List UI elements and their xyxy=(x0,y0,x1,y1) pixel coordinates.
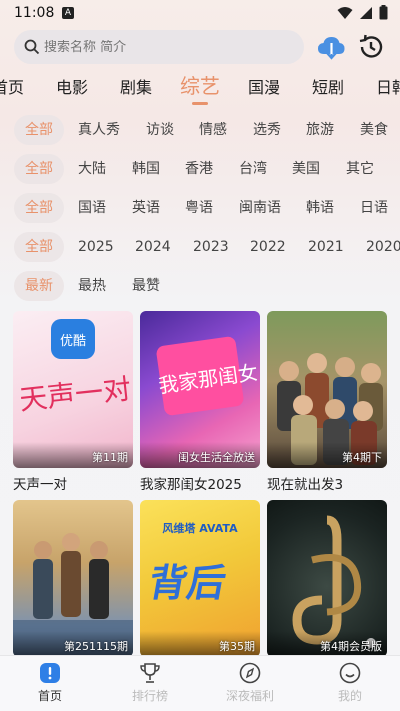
show-card[interactable]: 第4期下 现在就出发3 xyxy=(267,311,387,493)
history-icon[interactable] xyxy=(356,32,386,62)
search-icon xyxy=(24,39,40,55)
brand-logo: 优酷 xyxy=(51,319,95,359)
filter-chip[interactable]: 香港 xyxy=(185,154,213,184)
nav-label: 我的 xyxy=(337,689,362,703)
filter-chip[interactable]: 美国 xyxy=(292,154,320,184)
filter-chip[interactable]: 全部 xyxy=(14,154,64,184)
tab-anime[interactable]: 国漫 xyxy=(248,74,280,98)
search-row xyxy=(14,30,386,64)
filter-chip[interactable]: 情感 xyxy=(199,115,227,145)
nav-ranking[interactable]: 排行榜 xyxy=(110,662,190,704)
filter-row-sort: 最新 最热 最赞 xyxy=(0,271,400,301)
search-bar[interactable] xyxy=(14,30,304,64)
notification-icon: A xyxy=(62,7,74,19)
show-poster[interactable]: 优酷 天声一对 第11期 xyxy=(13,311,133,468)
filter-chip[interactable]: 访谈 xyxy=(146,115,174,145)
episode-label: 第35期 xyxy=(219,640,255,653)
tab-home[interactable]: 首页 xyxy=(0,74,24,98)
episode-label: 第11期 xyxy=(92,451,128,464)
filter-chip[interactable]: 美食 xyxy=(360,115,388,145)
show-card[interactable]: 风维塔 AVATA 背后 第35期 xyxy=(140,500,260,662)
nav-home[interactable]: 首页 xyxy=(10,662,90,704)
brand-logo-text: 风维塔 AVATA xyxy=(162,522,238,535)
filter-row-region: 全部 大陆 韩国 香港 台湾 美国 其它 xyxy=(0,154,400,184)
smiley-icon xyxy=(339,662,361,684)
wifi-icon xyxy=(337,6,353,19)
active-tab-indicator xyxy=(192,102,208,105)
filter-row-year: 全部 2025 2024 2023 2022 2021 2020 xyxy=(0,232,400,262)
nav-label: 排行榜 xyxy=(131,689,168,703)
show-card[interactable]: 我家那闺女 闺女生活全放送 我家那闺女2025 xyxy=(140,311,260,493)
episode-label: 第4期下 xyxy=(342,451,382,464)
filter-chip[interactable]: 旅游 xyxy=(306,115,334,145)
cloud-download-icon[interactable] xyxy=(316,32,346,62)
episode-label: 闺女生活全放送 xyxy=(178,451,255,464)
filter-chip[interactable]: 2021 xyxy=(308,232,344,262)
filter-chip[interactable]: 英语 xyxy=(132,193,160,223)
show-poster[interactable]: 风维塔 AVATA 背后 第35期 xyxy=(140,500,260,657)
filter-chip[interactable]: 真人秀 xyxy=(78,115,120,145)
show-title: 现在就出发3 xyxy=(267,477,344,493)
filter-chip[interactable]: 日语 xyxy=(360,193,388,223)
filter-row-language: 全部 国语 英语 粤语 闽南语 韩语 日语 xyxy=(0,193,400,223)
filter-chip[interactable]: 2025 xyxy=(78,232,114,262)
show-card[interactable]: 第251115期 xyxy=(13,500,133,662)
filter-chip[interactable]: 全部 xyxy=(14,115,64,145)
home-icon xyxy=(40,663,60,683)
nav-label: 深夜福利 xyxy=(225,689,274,703)
filter-chip[interactable]: 其它 xyxy=(346,154,374,184)
filter-chip[interactable]: 2024 xyxy=(135,232,171,262)
filter-chip[interactable]: 2020 xyxy=(366,232,400,262)
tab-variety[interactable]: 综艺 xyxy=(180,70,220,99)
show-title: 天声一对 xyxy=(13,477,67,493)
tab-japan-korea[interactable]: 日韩 xyxy=(376,74,400,98)
filter-chip[interactable]: 国语 xyxy=(78,193,106,223)
filter-row-type: 全部 真人秀 访谈 情感 选秀 旅游 美食 xyxy=(0,115,400,145)
filter-chip[interactable]: 韩语 xyxy=(306,193,334,223)
signal-icon xyxy=(360,6,372,19)
sort-chip[interactable]: 最赞 xyxy=(132,271,160,301)
filter-chip[interactable]: 选秀 xyxy=(253,115,281,145)
filter-chip[interactable]: 2022 xyxy=(250,232,286,262)
show-poster[interactable]: 我家那闺女 闺女生活全放送 xyxy=(140,311,260,468)
brand-logo-text: 优酷 xyxy=(59,334,86,349)
poster-art-text: 天声一对 xyxy=(17,372,133,417)
show-card[interactable]: 第4期会员版 xyxy=(267,500,387,662)
tab-movie[interactable]: 电影 xyxy=(56,74,88,98)
status-time: 11:08 xyxy=(14,5,55,21)
trophy-icon xyxy=(140,663,160,683)
status-bar: 11:08 A xyxy=(0,0,400,28)
show-card[interactable]: 优酷 天声一对 第11期 天声一对 xyxy=(13,311,133,493)
show-poster[interactable]: 第4期下 xyxy=(267,311,387,468)
battery-icon xyxy=(379,5,388,20)
sort-chip[interactable]: 最热 xyxy=(78,271,106,301)
filter-chip[interactable]: 闽南语 xyxy=(239,193,281,223)
bottom-nav: 首页 排行榜 深夜福利 我的 xyxy=(0,655,400,711)
show-poster[interactable]: 第4期会员版 xyxy=(267,500,387,657)
filter-chip[interactable]: 韩国 xyxy=(132,154,160,184)
poster-art-text: 背后 xyxy=(145,561,230,605)
filter-chip[interactable]: 粤语 xyxy=(185,193,213,223)
episode-label: 第4期会员版 xyxy=(320,640,382,653)
filter-chip[interactable]: 2023 xyxy=(193,232,229,262)
tab-short-drama[interactable]: 短剧 xyxy=(312,74,344,98)
nav-late-night[interactable]: 深夜福利 xyxy=(210,662,290,704)
search-input[interactable] xyxy=(44,39,284,55)
show-title: 我家那闺女2025 xyxy=(140,477,242,493)
filter-chip[interactable]: 台湾 xyxy=(239,154,267,184)
show-poster[interactable]: 第251115期 xyxy=(13,500,133,657)
nav-mine[interactable]: 我的 xyxy=(310,662,390,704)
sort-chip[interactable]: 最新 xyxy=(14,271,64,301)
filter-chip[interactable]: 大陆 xyxy=(78,154,106,184)
filter-chip[interactable]: 全部 xyxy=(14,232,64,262)
category-tabs: 首页 电影 剧集 综艺 国漫 短剧 日韩 xyxy=(0,70,400,106)
episode-label: 第251115期 xyxy=(64,640,128,653)
tab-series[interactable]: 剧集 xyxy=(120,74,152,98)
filter-chip[interactable]: 全部 xyxy=(14,193,64,223)
compass-icon xyxy=(239,662,261,684)
nav-label: 首页 xyxy=(37,689,62,703)
status-icons xyxy=(337,5,388,20)
